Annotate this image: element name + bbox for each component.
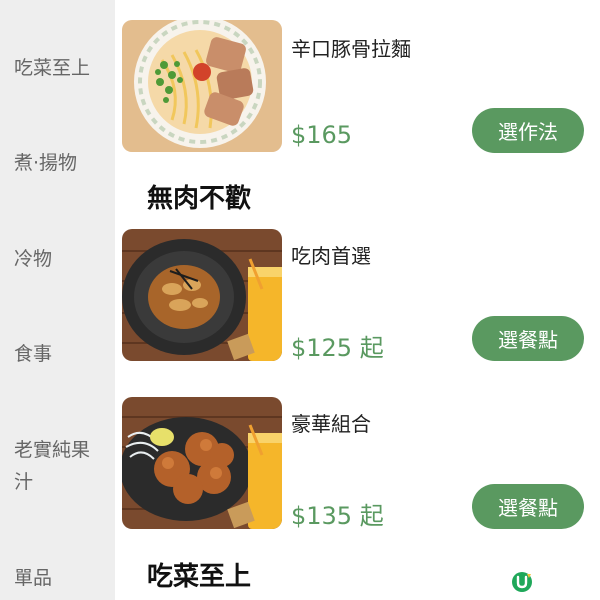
dish-price: $125 起 <box>291 334 384 362</box>
pork-bowl-image <box>122 229 282 361</box>
dish-price: $135 起 <box>291 502 384 530</box>
sidebar-item-cold[interactable]: 冷物 <box>14 243 106 275</box>
choose-meal-button[interactable]: 選餐點 <box>472 484 584 529</box>
dish-name: 辛口豚骨拉麵 <box>291 37 411 61</box>
pork-bowl-photo[interactable] <box>122 229 282 361</box>
dish-price: $165 <box>291 121 353 149</box>
sidebar-item-single[interactable]: 單品 <box>14 562 106 594</box>
menu-list: 辛口豚骨拉麵 $165 選作法 無肉不歡 吃肉首選 $125 起 選餐點 豪華組… <box>115 0 600 600</box>
ramen-photo[interactable] <box>122 20 282 152</box>
u-logo-icon[interactable] <box>511 571 533 593</box>
choose-meal-button[interactable]: 選餐點 <box>472 316 584 361</box>
dish-name: 吃肉首選 <box>291 244 371 268</box>
sidebar-item-juice[interactable]: 老實純果汁 <box>14 434 96 498</box>
fried-chicken-photo[interactable] <box>122 397 282 529</box>
sidebar-item-stew-fried[interactable]: 煮‧揚物 <box>14 147 106 179</box>
section-title: 無肉不歡 <box>147 184 252 214</box>
sidebar-item-veggie[interactable]: 吃菜至上 <box>14 52 106 84</box>
choose-style-button[interactable]: 選作法 <box>472 108 584 153</box>
section-title: 吃菜至上 <box>147 562 252 592</box>
category-sidebar: 吃菜至上 煮‧揚物 冷物 食事 老實純果汁 單品 <box>0 0 115 600</box>
sidebar-item-meals[interactable]: 食事 <box>14 338 106 370</box>
ramen-image <box>122 20 282 152</box>
dish-name: 豪華組合 <box>291 412 371 436</box>
fried-chicken-image <box>122 397 282 529</box>
